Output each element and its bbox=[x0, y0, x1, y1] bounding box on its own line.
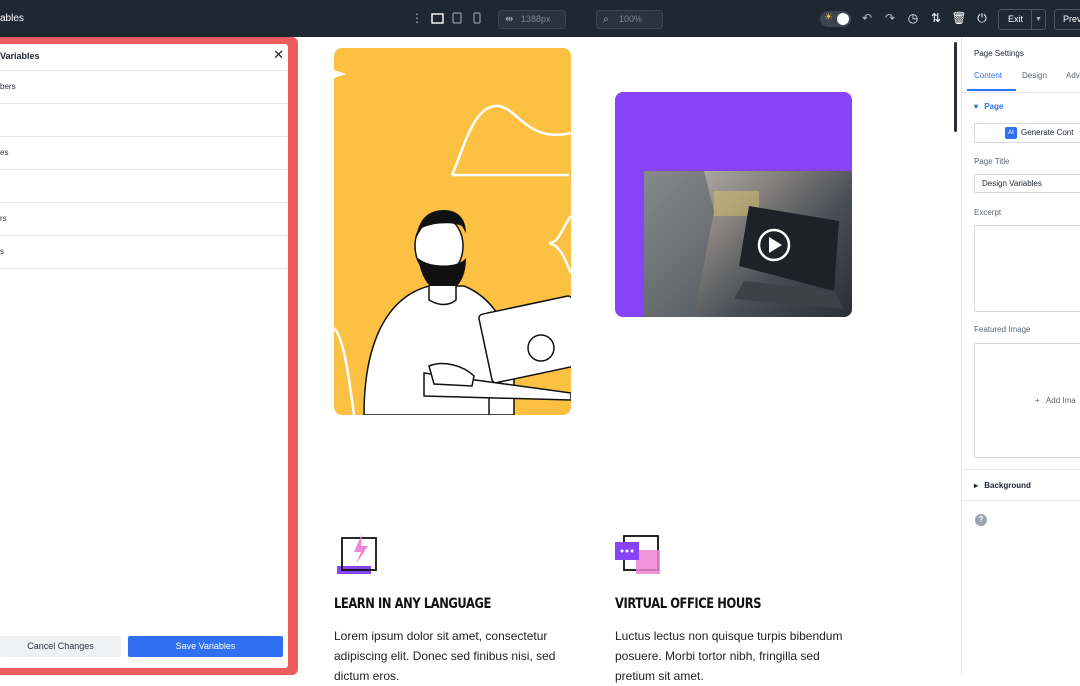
generate-label: Generate Cont bbox=[1021, 128, 1074, 137]
help-icon[interactable]: ? bbox=[975, 514, 987, 526]
toggle-knob bbox=[837, 13, 849, 25]
desktop-view-icon[interactable] bbox=[430, 11, 444, 25]
builder-title: ables bbox=[0, 13, 24, 24]
plus-icon: + bbox=[1035, 396, 1040, 405]
illustration-card bbox=[334, 48, 571, 415]
search-icon: ⌕ bbox=[603, 14, 609, 25]
variable-type-row[interactable] bbox=[0, 170, 288, 203]
redo-icon[interactable]: ↷ bbox=[883, 11, 897, 25]
add-image-label: Add Ima bbox=[1045, 396, 1076, 405]
feature-title: LEARN IN ANY LANGUAGE bbox=[334, 596, 491, 612]
page-title-label: Page Title bbox=[974, 157, 1010, 166]
chevron-down-icon[interactable]: ▼ bbox=[1031, 10, 1045, 29]
excerpt-textarea[interactable] bbox=[974, 225, 1080, 312]
tab-advanced[interactable]: Adv bbox=[1066, 71, 1080, 80]
zoom-field[interactable]: ⌕ 100% bbox=[596, 10, 663, 29]
section-label: Background bbox=[984, 481, 1031, 490]
excerpt-label: Excerpt bbox=[974, 208, 1002, 217]
tab-design[interactable]: Design bbox=[1022, 71, 1047, 80]
lightning-chat-icon bbox=[336, 534, 380, 578]
section-background-toggle[interactable]: ▸ Background bbox=[974, 481, 1031, 490]
panel-title: Page Settings bbox=[974, 49, 1024, 58]
featured-image-dropzone[interactable]: + Add Ima bbox=[974, 343, 1080, 458]
variable-type-row[interactable] bbox=[0, 104, 288, 137]
sort-icon[interactable]: ⇅ bbox=[929, 11, 943, 25]
cancel-changes-button[interactable]: Cancel Changes bbox=[0, 636, 121, 657]
save-variables-button[interactable]: Save Variables bbox=[128, 636, 283, 657]
history-icon[interactable]: ◷ bbox=[906, 11, 920, 25]
caret-right-icon: ▸ bbox=[974, 481, 979, 490]
chat-bubbles-icon bbox=[614, 534, 660, 578]
man-with-laptop-illustration bbox=[334, 70, 571, 415]
divider bbox=[962, 469, 1080, 470]
variable-type-row[interactable]: rs bbox=[0, 203, 288, 236]
video-thumbnail[interactable] bbox=[644, 171, 852, 317]
canvas-width-field[interactable]: ⇹ 1388px bbox=[498, 10, 566, 29]
exit-button[interactable]: Exit ▼ bbox=[998, 9, 1046, 30]
trash-icon[interactable]: 🗑 bbox=[951, 11, 966, 25]
panel-header: Variables ✕ bbox=[0, 44, 288, 71]
divider bbox=[962, 500, 1080, 501]
divider bbox=[962, 92, 1080, 93]
close-icon[interactable]: ✕ bbox=[273, 47, 284, 63]
variables-panel: Variables ✕ bers es rs s Cancel Changes … bbox=[0, 44, 288, 668]
caret-down-icon: ▾ bbox=[974, 102, 979, 111]
feature-body: Lorem ipsum dolor sit amet, consectetur … bbox=[334, 629, 556, 683]
feature-title: VIRTUAL OFFICE HOURS bbox=[615, 596, 762, 612]
canvas-width-value: 1388px bbox=[521, 14, 551, 24]
ai-icon: AI bbox=[1005, 127, 1017, 139]
more-vertical-icon[interactable]: ⋮ bbox=[410, 11, 424, 25]
top-toolbar: ables ⋮ ⇹ 1388px ⌕ 100% ☀ ↶ ↷ ◷ ⇅ 🗑 ⏻ Ex… bbox=[0, 0, 1080, 37]
row-label: s bbox=[0, 247, 4, 256]
width-arrows-icon: ⇹ bbox=[505, 14, 514, 25]
video-card bbox=[615, 92, 852, 317]
section-page-toggle[interactable]: ▾ Page bbox=[974, 102, 1003, 111]
scrollbar[interactable] bbox=[954, 42, 957, 132]
page-title-input[interactable]: Design Variables bbox=[974, 174, 1080, 193]
active-tab-indicator bbox=[967, 89, 1016, 91]
featured-image-label: Featured Image bbox=[974, 325, 1031, 334]
preview-button[interactable]: Prev bbox=[1054, 9, 1080, 30]
variable-type-row[interactable]: bers bbox=[0, 71, 288, 104]
row-label: rs bbox=[0, 214, 7, 223]
section-label: Page bbox=[984, 102, 1004, 111]
row-label: es bbox=[0, 148, 9, 157]
power-icon[interactable]: ⏻ bbox=[975, 11, 989, 25]
row-label: bers bbox=[0, 82, 16, 91]
tab-content[interactable]: Content bbox=[974, 71, 1002, 80]
phone-view-icon[interactable] bbox=[470, 11, 484, 25]
theme-toggle[interactable]: ☀ bbox=[820, 11, 851, 27]
page-settings-panel: Page Settings Content Design Adv ▾ Page … bbox=[961, 37, 1080, 675]
feature-body: Luctus lectus non quisque turpis bibendu… bbox=[615, 629, 843, 683]
undo-icon[interactable]: ↶ bbox=[860, 11, 874, 25]
zoom-value: 100% bbox=[619, 14, 643, 24]
add-image-button[interactable]: + Add Ima bbox=[1035, 396, 1076, 405]
exit-label: Exit bbox=[1008, 14, 1024, 24]
variable-type-row[interactable]: s bbox=[0, 236, 288, 269]
sun-icon: ☀ bbox=[824, 12, 833, 23]
panel-title: Variables bbox=[0, 51, 40, 61]
generate-content-button[interactable]: AI Generate Cont bbox=[974, 123, 1080, 143]
tablet-view-icon[interactable] bbox=[450, 11, 464, 25]
variable-type-row[interactable]: es bbox=[0, 137, 288, 170]
